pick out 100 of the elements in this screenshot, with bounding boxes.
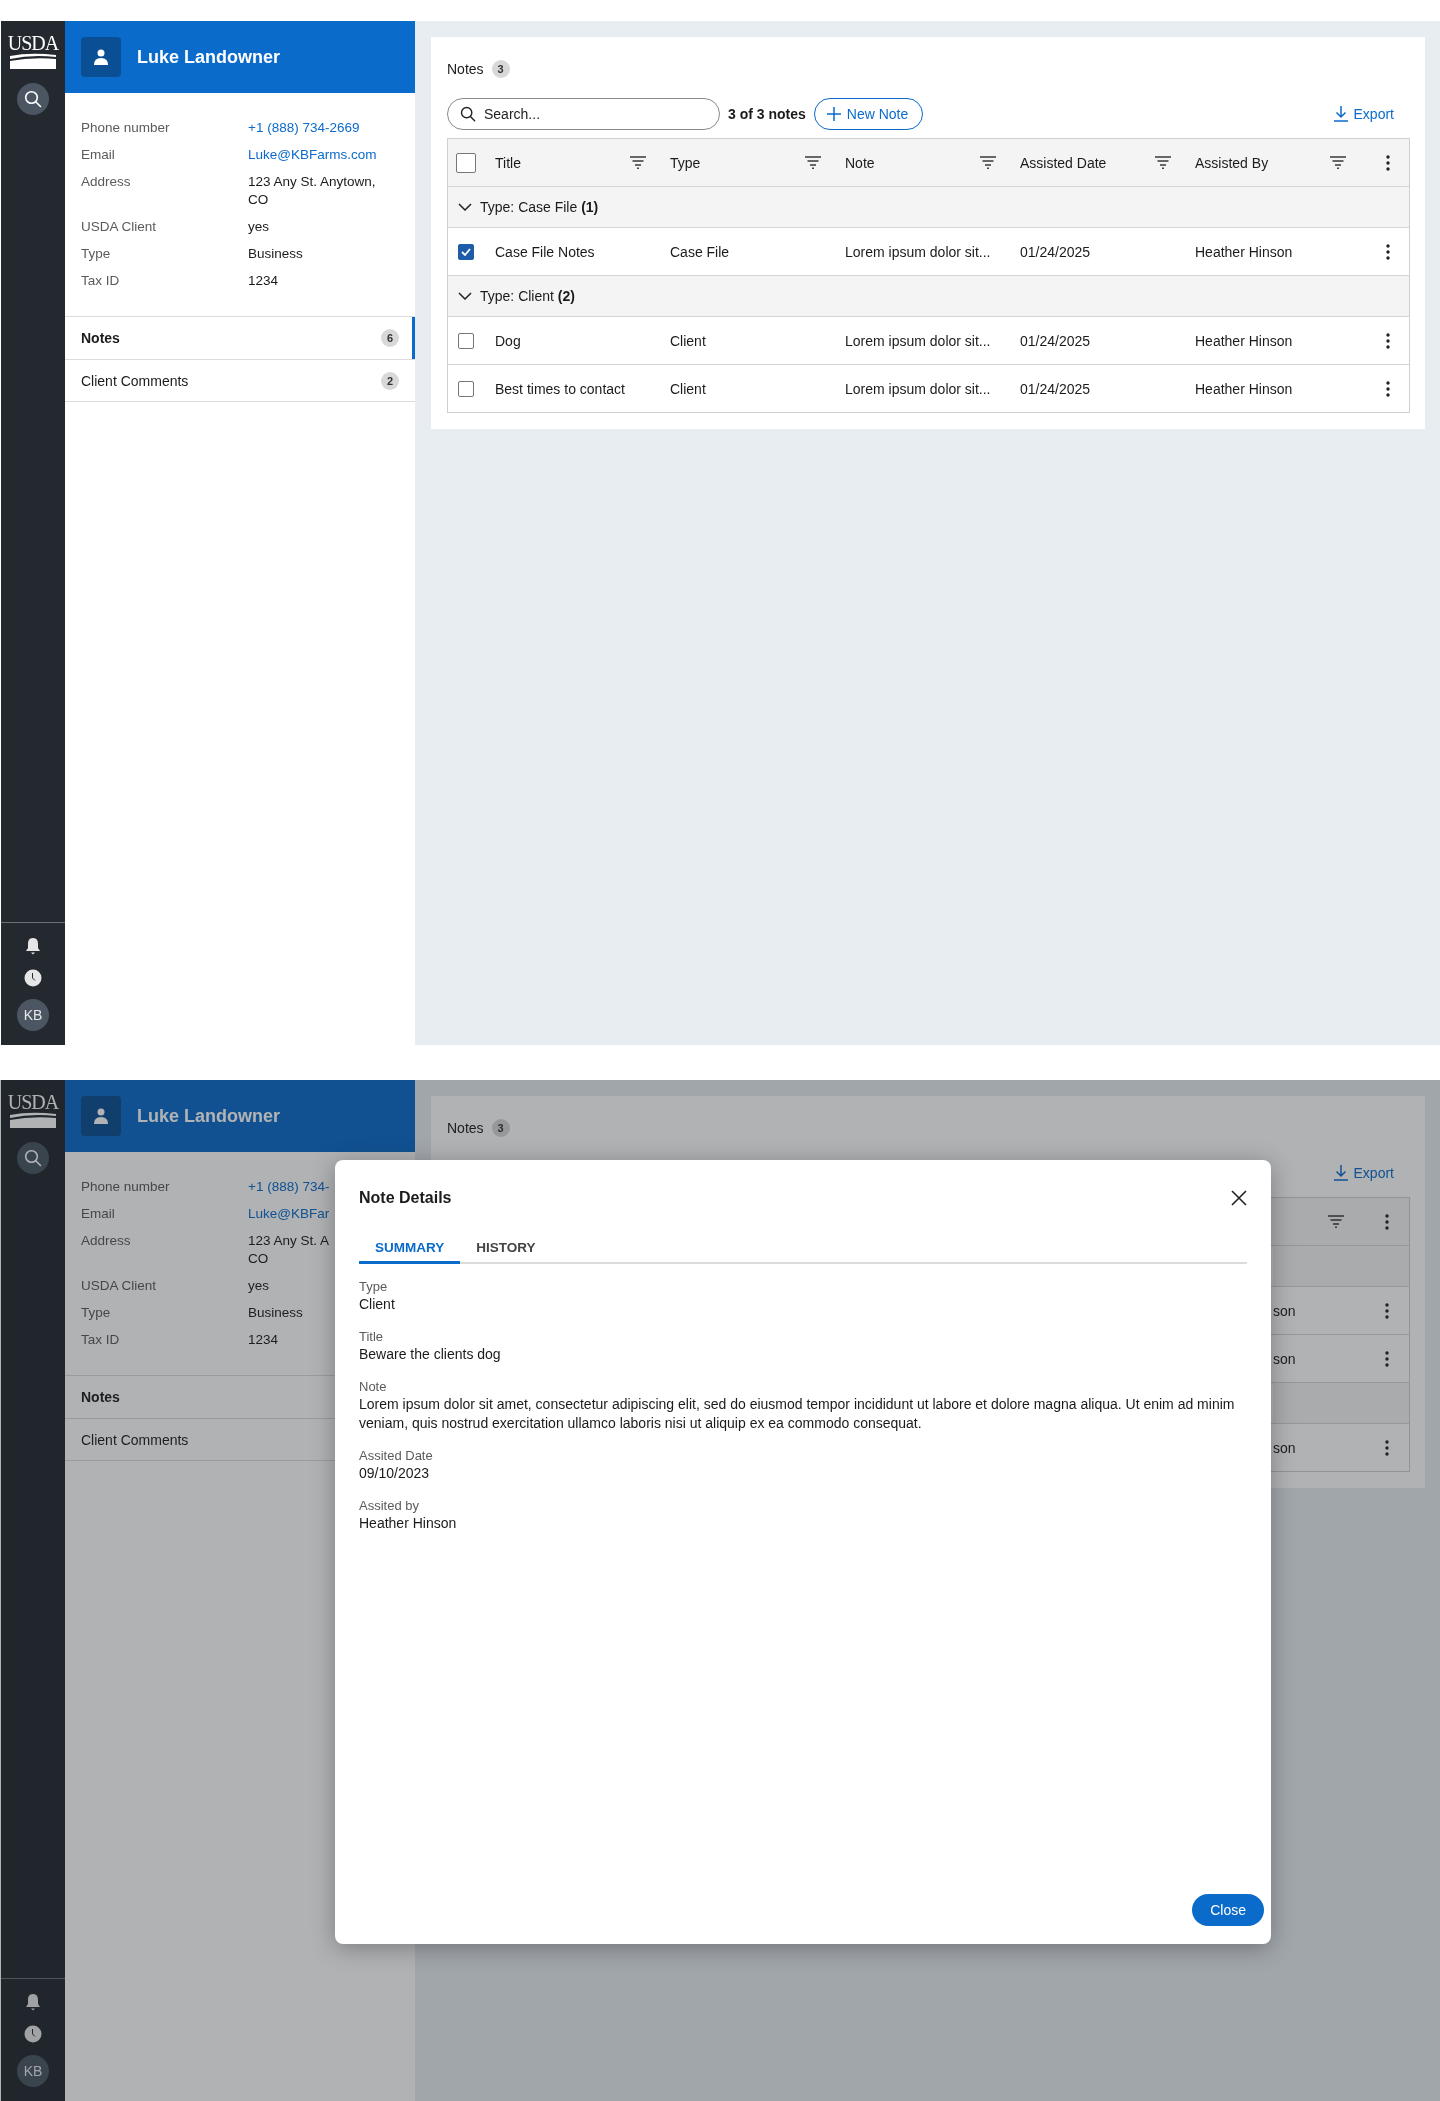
field-label: Note: [359, 1378, 388, 1395]
detail-value: 1234: [248, 1331, 279, 1349]
field-label: Assited by: [359, 1497, 420, 1514]
chevron-icon[interactable]: [458, 203, 472, 211]
filter-icon[interactable]: [1328, 1215, 1344, 1228]
field-value: Client: [359, 1295, 396, 1314]
table-cell: 01/24/2025: [1020, 380, 1091, 397]
tab[interactable]: SUMMARY: [359, 1234, 461, 1264]
count-badge: 3: [491, 60, 510, 78]
detail-value: yes: [248, 219, 269, 234]
table-cell: Lorem ipsum dolor sit...: [845, 243, 991, 260]
more-options-icon[interactable]: [1384, 1439, 1389, 1456]
table-cell: Heather Hinson: [1195, 332, 1293, 349]
more-options-icon[interactable]: [1385, 154, 1390, 171]
more-options-icon[interactable]: [1385, 332, 1390, 349]
export-button[interactable]: Export: [1333, 1165, 1394, 1181]
filter-icon[interactable]: [1155, 156, 1171, 169]
filter-icon[interactable]: [630, 156, 646, 169]
detail-label: Email: [81, 146, 116, 164]
group-label: Type: Case File (1): [480, 199, 599, 215]
checkbox[interactable]: [458, 243, 474, 260]
search-button[interactable]: [17, 83, 49, 115]
detail-label: Phone number: [81, 119, 171, 137]
nav-item[interactable]: Client Comments 2: [65, 359, 415, 402]
close-button[interactable]: Close: [1192, 1894, 1264, 1926]
field-value: 09/10/2023: [359, 1464, 431, 1483]
search-icon: [24, 1149, 42, 1167]
column-header[interactable]: Title: [495, 154, 521, 171]
search-icon: [24, 90, 42, 108]
chevron-icon[interactable]: [458, 292, 472, 300]
check-icon: [461, 247, 471, 256]
detail-value: CO: [248, 1250, 269, 1268]
detail-link[interactable]: +1 (888) 734-: [248, 1178, 330, 1196]
more-options-icon[interactable]: [1385, 243, 1390, 260]
detail-label: Tax ID: [81, 272, 121, 290]
detail-label: USDA Client: [81, 218, 158, 236]
checkbox[interactable]: [458, 332, 474, 349]
detail-value: Business: [248, 246, 303, 261]
more-options-icon[interactable]: [1384, 1302, 1389, 1319]
filter-icon[interactable]: [980, 156, 996, 169]
detail-link[interactable]: +1 (888) 734-2669: [248, 120, 360, 135]
clock-icon[interactable]: [24, 2025, 42, 2043]
search-button[interactable]: [17, 1142, 49, 1174]
clock-icon[interactable]: [24, 969, 42, 987]
detail-value: 123 Any St. Anytown, CO: [248, 174, 376, 207]
detail-value: yes: [248, 1277, 269, 1295]
column-header[interactable]: Note: [845, 154, 875, 171]
plus-icon: [826, 107, 841, 121]
table-cell: son: [1273, 1350, 1296, 1367]
person-icon: [81, 1096, 121, 1136]
usda-logo: USDA: [9, 33, 57, 69]
table-cell: Client: [670, 380, 706, 397]
user-avatar[interactable]: KB: [17, 999, 49, 1031]
more-options-icon[interactable]: [1384, 1350, 1389, 1367]
detail-value: 123 Any St. A: [248, 1232, 330, 1250]
more-options-icon[interactable]: [1385, 380, 1390, 397]
new-note-button[interactable]: New Note: [813, 98, 924, 130]
group-row[interactable]: Type: Case File (1): [448, 186, 1409, 227]
field-label: Title: [359, 1328, 385, 1345]
bell-icon[interactable]: [25, 1993, 41, 2011]
checkbox[interactable]: [456, 152, 476, 173]
field-value: Heather Hinson: [359, 1514, 458, 1533]
group-label: Type: Client (2): [480, 288, 575, 304]
table-cell: Case File: [670, 243, 730, 260]
table-cell: Lorem ipsum dolor sit...: [845, 380, 991, 397]
detail-label: Email: [81, 1205, 116, 1223]
table-cell: Heather Hinson: [1195, 243, 1293, 260]
bell-icon[interactable]: [25, 937, 41, 955]
nav-item[interactable]: Notes 6: [65, 316, 415, 359]
filter-icon[interactable]: [1330, 156, 1346, 169]
filter-icon[interactable]: [805, 156, 821, 169]
table-cell: Case File Notes: [495, 243, 595, 260]
tab[interactable]: HISTORY: [460, 1234, 552, 1264]
download-icon: [1333, 1165, 1348, 1181]
field-value: Beware the clients dog: [359, 1345, 502, 1364]
detail-link[interactable]: Luke@KBFarms.com: [248, 147, 377, 162]
export-button[interactable]: Export: [1333, 106, 1394, 122]
detail-link[interactable]: Luke@KBFar: [248, 1205, 330, 1223]
table-cell: 01/24/2025: [1020, 332, 1091, 349]
group-row[interactable]: Type: Client (2): [448, 275, 1409, 316]
count-badge: 3: [491, 1119, 510, 1137]
user-avatar[interactable]: KB: [17, 2055, 49, 2087]
section-title: Notes: [447, 61, 484, 77]
table-cell: Client: [670, 332, 706, 349]
table-cell: 01/24/2025: [1020, 243, 1091, 260]
client-name: Luke Landowner: [137, 46, 280, 68]
column-header[interactable]: Assisted By: [1195, 154, 1269, 171]
detail-label: USDA Client: [81, 1277, 158, 1295]
more-options-icon[interactable]: [1384, 1213, 1389, 1230]
detail-value: Business: [248, 1304, 303, 1322]
download-icon: [1333, 106, 1348, 122]
table-cell: Lorem ipsum dolor sit...: [845, 332, 991, 349]
checkbox[interactable]: [458, 380, 474, 397]
section-title: Notes: [447, 1120, 484, 1136]
detail-label: Address: [81, 173, 132, 191]
column-header[interactable]: Assisted Date: [1020, 154, 1107, 171]
table-cell: Heather Hinson: [1195, 380, 1293, 397]
column-header[interactable]: Type: [670, 154, 701, 171]
close-icon[interactable]: [1231, 1190, 1247, 1206]
count-badge: 6: [381, 329, 399, 347]
